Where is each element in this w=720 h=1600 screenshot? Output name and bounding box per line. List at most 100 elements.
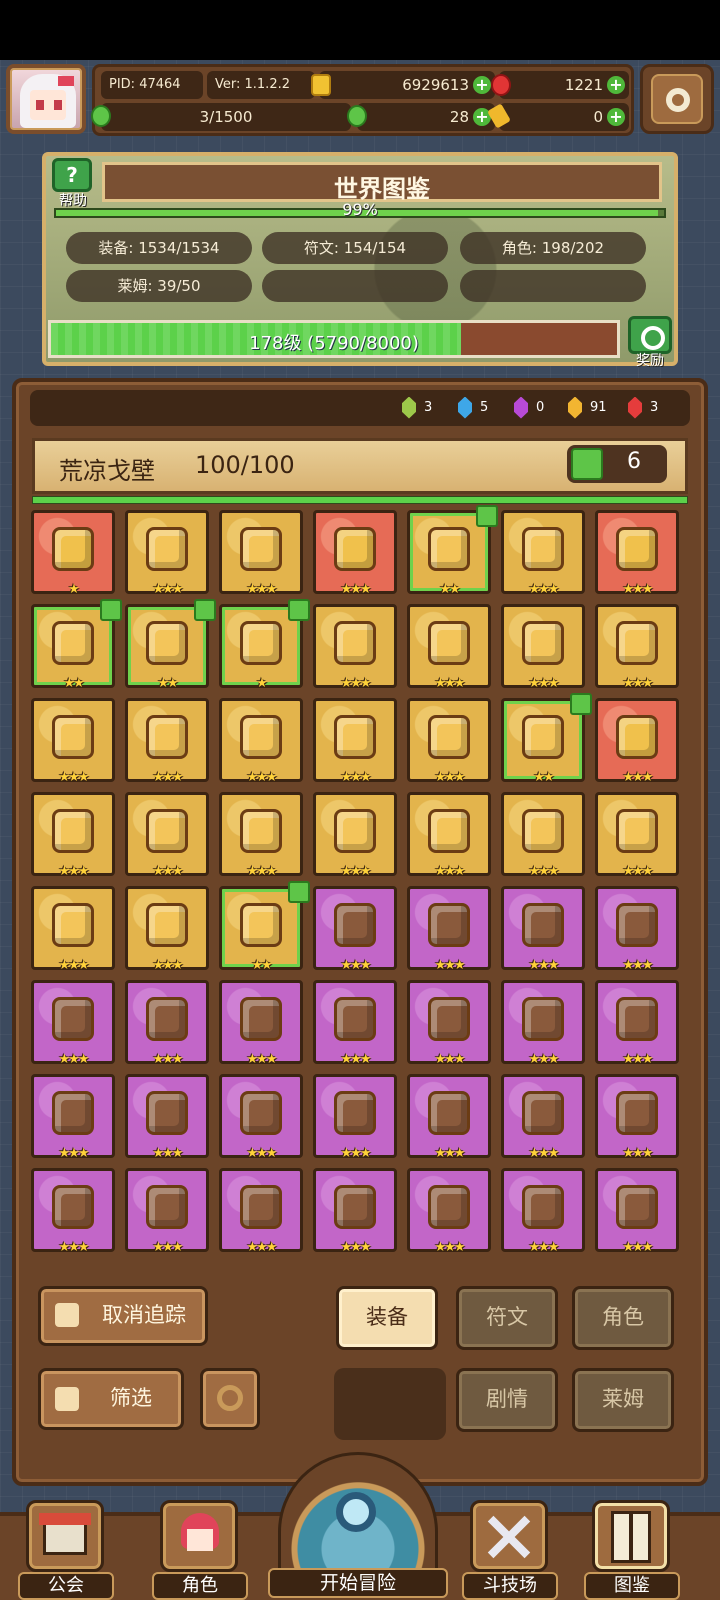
codex-item-slot[interactable]: ★★★ [313, 1074, 397, 1161]
codex-item-slot[interactable]: ★★★ [595, 886, 679, 973]
codex-item-slot[interactable]: ★★★ [407, 1168, 491, 1255]
codex-item-slot[interactable]: ★★ [219, 881, 310, 973]
equipment-icon [522, 1185, 564, 1229]
filter-button[interactable]: 筛选 [38, 1368, 184, 1430]
item-stars: ★★★ [622, 582, 654, 597]
codex-item-slot[interactable]: ★★★ [219, 1074, 303, 1161]
codex-item-slot[interactable]: ★★★ [501, 792, 585, 879]
codex-item-slot[interactable]: ★★★ [313, 1168, 397, 1255]
codex-item-slot[interactable]: ★★★ [501, 604, 585, 691]
codex-item-slot[interactable]: ★★★ [125, 792, 209, 879]
add-ruby-button[interactable]: + [607, 76, 625, 94]
nav-character[interactable]: 角色 [152, 1500, 248, 1600]
region-banner[interactable]: 荒凉戈壁 100/100 6 [32, 438, 688, 494]
codex-item-slot[interactable]: ★★★ [595, 792, 679, 879]
clover-icon [347, 105, 367, 127]
item-stars: ★★★ [58, 1240, 90, 1255]
codex-item-slot[interactable]: ★★★ [219, 698, 303, 785]
item-stars: ★★★ [528, 864, 560, 879]
equipment-icon [146, 997, 188, 1041]
codex-item-slot[interactable]: ★★★ [501, 510, 585, 597]
codex-item-slot[interactable]: ★★★ [407, 1074, 491, 1161]
add-key-button[interactable]: + [607, 108, 625, 126]
nav-codex[interactable]: 图鉴 [584, 1500, 680, 1600]
codex-item-slot[interactable]: ★★★ [407, 792, 491, 879]
codex-item-slot[interactable]: ★★★ [31, 1168, 115, 1255]
nav-guild[interactable]: 公会 [18, 1500, 114, 1600]
codex-item-slot[interactable]: ★★★ [595, 510, 679, 597]
stamina-value: 3/1500 [199, 108, 253, 126]
codex-item-slot[interactable]: ★★★ [501, 1168, 585, 1255]
reward-button[interactable]: 奖励 [624, 316, 678, 370]
codex-item-slot[interactable]: ★★★ [125, 886, 209, 973]
codex-item-slot[interactable]: ★★ [31, 599, 122, 691]
codex-item-slot[interactable]: ★★★ [219, 792, 303, 879]
region-like-count: 6 [627, 449, 641, 474]
codex-item-slot[interactable]: ★★★ [313, 510, 397, 597]
add-gold-button[interactable]: + [473, 76, 491, 94]
codex-item-slot[interactable]: ★★★ [219, 980, 303, 1067]
nav-arena[interactable]: 斗技场 [462, 1500, 558, 1600]
region-like-counter[interactable]: 6 [567, 445, 667, 483]
codex-item-slot[interactable]: ★★★ [313, 980, 397, 1067]
equipment-icon [616, 527, 658, 571]
codex-item-slot[interactable]: ★★★ [407, 886, 491, 973]
equipment-icon [428, 809, 470, 853]
codex-item-slot[interactable]: ★★★ [501, 886, 585, 973]
codex-item-slot[interactable]: ★★ [125, 599, 216, 691]
item-stars: ★★★ [246, 770, 278, 785]
codex-item-slot[interactable]: ★★★ [31, 1074, 115, 1161]
codex-item-slot[interactable]: ★★★ [31, 792, 115, 879]
codex-item-slot[interactable]: ★★★ [125, 510, 209, 597]
codex-item-slot[interactable]: ★★★ [31, 980, 115, 1067]
item-stars: ★★★ [340, 958, 372, 973]
codex-item-slot[interactable]: ★★★ [595, 1074, 679, 1161]
codex-item-slot[interactable]: ★★★ [125, 698, 209, 785]
equipment-icon [334, 715, 376, 759]
codex-item-slot[interactable]: ★★★ [595, 980, 679, 1067]
codex-item-slot[interactable]: ★ [31, 510, 115, 597]
codex-item-slot[interactable]: ★★★ [219, 1168, 303, 1255]
codex-item-slot[interactable]: ★★★ [595, 604, 679, 691]
codex-item-slot[interactable]: ★★★ [407, 604, 491, 691]
codex-item-slot[interactable]: ★★★ [407, 698, 491, 785]
tab-character[interactable]: 角色 [572, 1286, 674, 1350]
codex-item-slot[interactable]: ★★★ [313, 886, 397, 973]
tab-slime[interactable]: 莱姆 [572, 1368, 674, 1432]
codex-item-slot[interactable]: ★★★ [595, 1168, 679, 1255]
nav-codex-label: 图鉴 [584, 1572, 680, 1600]
codex-item-slot[interactable]: ★★★ [595, 698, 679, 785]
codex-item-slot[interactable]: ★ [219, 599, 310, 691]
item-stars: ★★★ [246, 864, 278, 879]
player-id: PID: 47464 [101, 71, 203, 99]
stamina-counter: 3/1500 [91, 103, 351, 131]
codex-item-slot[interactable]: ★★ [501, 693, 592, 785]
gold-counter: 6929613 + [311, 71, 495, 99]
question-icon: ? [52, 158, 92, 192]
world-codex-panel: 世界图鉴 ? 帮助 99% 装备: 1534/1534 符文: 154/154 … [42, 152, 678, 369]
codex-item-slot[interactable]: ★★★ [501, 980, 585, 1067]
codex-item-slot[interactable]: ★★★ [219, 510, 303, 597]
codex-item-slot[interactable]: ★★★ [501, 1074, 585, 1161]
codex-item-slot[interactable]: ★★★ [313, 792, 397, 879]
settings-button[interactable] [640, 64, 714, 134]
start-adventure-button[interactable]: 开始冒险 [268, 1452, 448, 1600]
item-stars: ★★★ [622, 770, 654, 785]
equipment-icon [52, 527, 94, 571]
untrack-button[interactable]: 取消追踪 [38, 1286, 208, 1346]
refresh-button[interactable] [200, 1368, 260, 1430]
codex-item-slot[interactable]: ★★★ [125, 980, 209, 1067]
codex-item-slot[interactable]: ★★★ [125, 1168, 209, 1255]
tab-story[interactable]: 剧情 [456, 1368, 558, 1432]
tab-equipment[interactable]: 装备 [336, 1286, 438, 1350]
codex-item-slot[interactable]: ★★★ [313, 698, 397, 785]
codex-item-slot[interactable]: ★★★ [31, 886, 115, 973]
player-avatar[interactable] [6, 64, 86, 134]
codex-item-slot[interactable]: ★★ [407, 505, 498, 597]
tab-rune[interactable]: 符文 [456, 1286, 558, 1350]
avatar-eye [36, 100, 44, 110]
codex-item-slot[interactable]: ★★★ [407, 980, 491, 1067]
codex-item-slot[interactable]: ★★★ [125, 1074, 209, 1161]
codex-item-slot[interactable]: ★★★ [31, 698, 115, 785]
codex-item-slot[interactable]: ★★★ [313, 604, 397, 691]
